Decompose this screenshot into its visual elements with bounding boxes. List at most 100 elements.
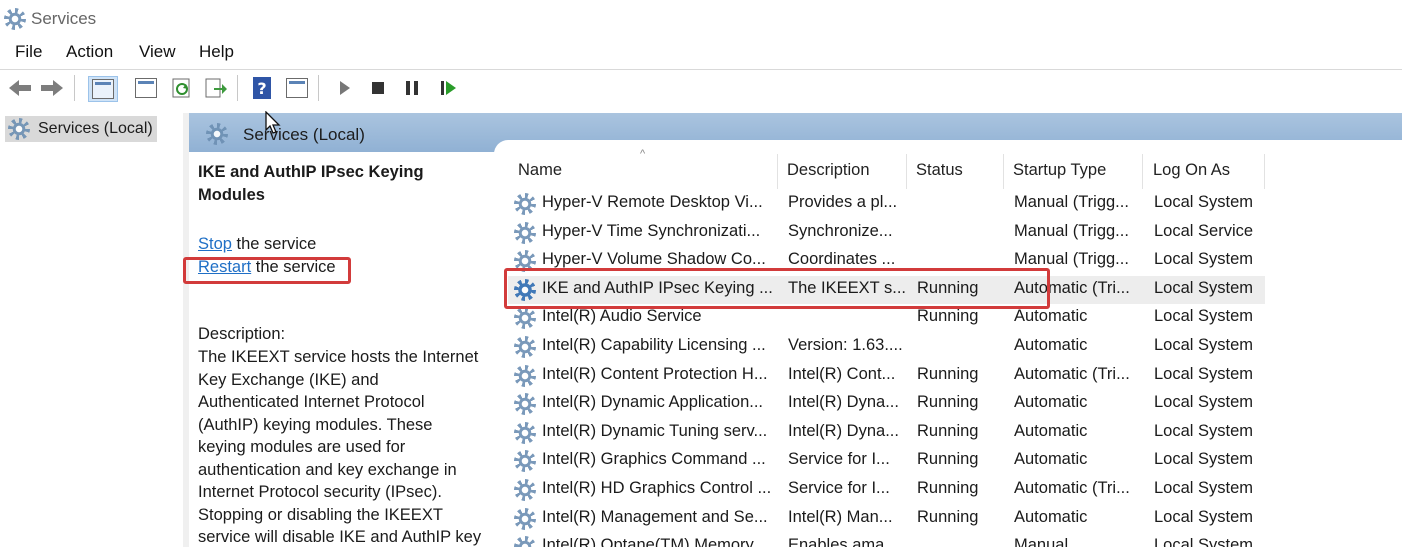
column-divider[interactable] xyxy=(777,154,778,189)
column-header-status[interactable]: Status xyxy=(916,161,963,180)
stop-suffix: the service xyxy=(231,235,317,253)
show-hide-tree-icon[interactable] xyxy=(88,76,118,102)
cell-logon: Local System xyxy=(1154,536,1254,547)
stop-service-line: Stop the service xyxy=(198,233,316,256)
column-divider[interactable] xyxy=(906,154,907,189)
menu-bar: File Action View Help xyxy=(0,38,1402,68)
description-line: Stopping or disabling the IKEEXT xyxy=(198,505,443,524)
cell-startup: Automatic xyxy=(1014,336,1088,354)
table-row[interactable]: Intel(R) Optane(TM) Memory ... Enables am… xyxy=(508,533,1265,547)
column-divider[interactable] xyxy=(1264,154,1265,189)
description-line: Internet Protocol security (IPsec). xyxy=(198,483,442,501)
column-divider[interactable] xyxy=(1142,154,1143,189)
extended-description-pane: IKE and AuthIP IPsec Keying Modules Stop… xyxy=(189,152,494,547)
menu-action[interactable]: Action xyxy=(66,42,113,62)
services-gear-icon xyxy=(4,8,26,30)
restart-highlight-box xyxy=(183,257,351,284)
cell-description: Provides a pl... xyxy=(788,193,898,211)
column-header-description[interactable]: Description xyxy=(787,161,870,180)
cell-logon: Local System xyxy=(1154,193,1254,211)
cell-logon: Local System xyxy=(1154,364,1254,383)
cell-status: Running xyxy=(917,479,979,497)
refresh-icon[interactable] xyxy=(170,76,194,100)
service-gear-icon xyxy=(514,507,536,530)
cell-logon: Local System xyxy=(1154,450,1254,469)
stop-service-link[interactable]: Stop xyxy=(198,235,232,253)
description-label: Description: xyxy=(198,325,286,343)
description-text: The IKEEXT service hosts the Internet Ke… xyxy=(198,346,498,549)
help-icon[interactable]: ? xyxy=(250,76,274,100)
toolbar-separator xyxy=(74,75,75,101)
cell-startup: Automatic xyxy=(1014,450,1088,469)
service-gear-icon xyxy=(514,393,536,416)
menu-view[interactable]: View xyxy=(139,42,176,62)
cell-logon: Local System xyxy=(1154,250,1254,269)
resume-service-icon[interactable] xyxy=(436,76,460,100)
service-gear-icon xyxy=(514,479,536,501)
column-header-name[interactable]: Name xyxy=(518,161,562,180)
menu-help[interactable]: Help xyxy=(199,42,234,62)
table-row[interactable]: Hyper-V Remote Desktop Vi... Provides a p… xyxy=(508,190,1265,218)
cell-name: Intel(R) Content Protection H... xyxy=(542,364,768,383)
selected-service-title: IKE and AuthIP IPsec Keying Modules xyxy=(198,163,424,204)
cell-name: Intel(R) HD Graphics Control ... xyxy=(542,479,772,497)
table-row[interactable]: Intel(R) Dynamic Application... Intel(R) … xyxy=(508,390,1265,418)
cell-description: Intel(R) Dyna... xyxy=(788,393,899,412)
cell-name: Intel(R) Dynamic Tuning serv... xyxy=(542,421,768,440)
tree-item-services-local[interactable]: Services (Local) xyxy=(5,116,157,142)
cell-name: Intel(R) Optane(TM) Memory ... xyxy=(542,536,773,547)
column-divider[interactable] xyxy=(1003,154,1004,189)
cell-description: Intel(R) Dyna... xyxy=(788,421,899,440)
service-gear-icon xyxy=(514,536,536,547)
description-line: The IKEEXT service hosts the Internet xyxy=(198,348,479,366)
cell-logon: Local System xyxy=(1154,479,1254,497)
cell-name: Hyper-V Time Synchronizati... xyxy=(542,221,761,240)
cell-startup: Manual xyxy=(1014,536,1069,547)
cell-status: Running xyxy=(917,421,979,440)
column-header-log-on-as[interactable]: Log On As xyxy=(1153,161,1230,180)
column-header-startup-type[interactable]: Startup Type xyxy=(1013,161,1106,180)
cell-logon: Local System xyxy=(1154,278,1254,297)
ike-row-highlight-box xyxy=(504,268,1050,309)
description-line: Authenticated Internet Protocol xyxy=(198,393,425,411)
cell-status: Running xyxy=(917,507,979,526)
cell-startup: Automatic xyxy=(1014,421,1088,440)
forward-icon[interactable] xyxy=(40,76,64,100)
start-service-icon[interactable] xyxy=(333,76,357,100)
description-line: Key Exchange (IKE) and xyxy=(198,370,379,389)
cell-description: Enables ama... xyxy=(788,536,899,547)
table-row[interactable]: Intel(R) Content Protection H... Intel(R)… xyxy=(508,362,1265,390)
cell-startup: Automatic xyxy=(1014,393,1088,412)
table-row[interactable]: Intel(R) Capability Licensing ... Version… xyxy=(508,333,1265,361)
properties-icon[interactable] xyxy=(134,76,158,100)
title-bar: Services xyxy=(0,0,1402,38)
export-list-icon[interactable] xyxy=(204,76,228,100)
cell-startup: Automatic (Tri... xyxy=(1014,364,1130,383)
cell-description: Intel(R) Man... xyxy=(788,507,893,526)
cell-name: Intel(R) Dynamic Application... xyxy=(542,393,764,412)
cell-status: Running xyxy=(917,307,979,326)
cell-status: Running xyxy=(917,364,979,383)
tree-item-label: Services (Local) xyxy=(38,120,153,137)
cell-name: Intel(R) Management and Se... xyxy=(542,507,768,526)
stop-service-icon[interactable] xyxy=(366,76,390,100)
table-row[interactable]: Hyper-V Time Synchronizati... Synchronize… xyxy=(508,219,1265,247)
menu-file[interactable]: File xyxy=(15,42,42,62)
cell-description: Service for I... xyxy=(788,479,890,497)
table-row[interactable]: Intel(R) Management and Se... Intel(R) Ma… xyxy=(508,505,1265,533)
service-gear-icon xyxy=(514,193,536,215)
cell-name: Intel(R) Graphics Command ... xyxy=(542,450,766,469)
cell-description: Coordinates ... xyxy=(788,250,896,269)
action-pane-icon[interactable] xyxy=(285,76,309,100)
cell-startup: Manual (Trigg... xyxy=(1014,221,1129,240)
services-gear-icon xyxy=(206,123,228,145)
pause-service-icon[interactable] xyxy=(400,76,424,100)
table-row[interactable]: Intel(R) Dynamic Tuning serv... Intel(R) … xyxy=(508,419,1265,447)
results-header-label: Services (Local) xyxy=(243,125,365,144)
cell-name: Hyper-V Volume Shadow Co... xyxy=(542,250,766,269)
table-row[interactable]: Intel(R) Graphics Command ... Service for… xyxy=(508,447,1265,475)
cell-description: Service for I... xyxy=(788,450,890,469)
back-icon[interactable] xyxy=(8,76,32,100)
services-gear-icon xyxy=(8,118,30,140)
table-row[interactable]: Intel(R) HD Graphics Control ... Service … xyxy=(508,476,1265,504)
